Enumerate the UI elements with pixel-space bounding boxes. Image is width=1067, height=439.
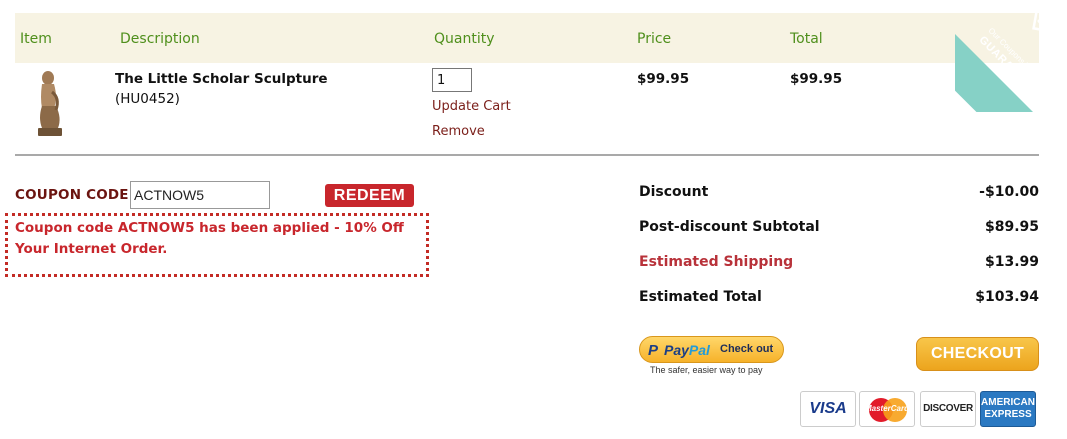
coupon-applied-message: Coupon code ACTNOW5 has been applied - 1… [15,220,404,257]
product-thumbnail[interactable] [32,68,68,138]
subtotal-label: Post-discount Subtotal [639,219,820,235]
total-label: Estimated Total [639,289,762,305]
coupon-code-input[interactable] [130,181,270,209]
product-sku: (HU0452) [115,91,180,107]
american-express-icon: AMERICAN EXPRESS [980,391,1036,427]
product-name[interactable]: The Little Scholar Sculpture [115,71,328,87]
mastercard-icon: MasterCard [859,391,915,427]
header-description: Description [120,31,200,47]
total-value: $103.94 [975,289,1039,305]
shipping-value: $13.99 [984,254,1039,270]
paypal-checkout-button[interactable]: P PayPal Check out [639,336,784,363]
header-item: Item [20,31,52,47]
visa-icon: VISA [800,391,856,427]
paypal-logo: PayPal [664,342,710,358]
header-quantity: Quantity [434,31,495,47]
estimated-shipping-link[interactable]: Estimated Shipping [639,254,793,270]
discover-icon: DISCOVER [920,391,976,427]
paypal-tagline: The safer, easier way to pay [650,365,763,375]
discount-value: -$10.00 [979,184,1039,200]
item-price: $99.95 [637,71,690,87]
guarantee-ribbon: Our Coupons Work GUARANTEED [955,0,1067,112]
checkout-button[interactable]: CHECKOUT [916,337,1039,371]
subtotal-value: $89.95 [984,219,1039,235]
coupon-code-label: COUPON CODE [15,187,129,203]
discount-label: Discount [639,184,709,200]
quantity-input[interactable] [432,68,472,92]
divider [15,154,1039,156]
paypal-check-out-label: Check out [720,343,774,355]
header-price: Price [637,31,672,47]
item-total: $99.95 [790,71,843,87]
checkmark-icon [1032,9,1059,33]
header-total: Total [790,31,823,47]
paypal-icon: P [648,342,659,359]
remove-link[interactable]: Remove [432,124,485,139]
update-cart-link[interactable]: Update Cart [432,99,511,114]
redeem-button[interactable]: REDEEM [325,184,414,207]
